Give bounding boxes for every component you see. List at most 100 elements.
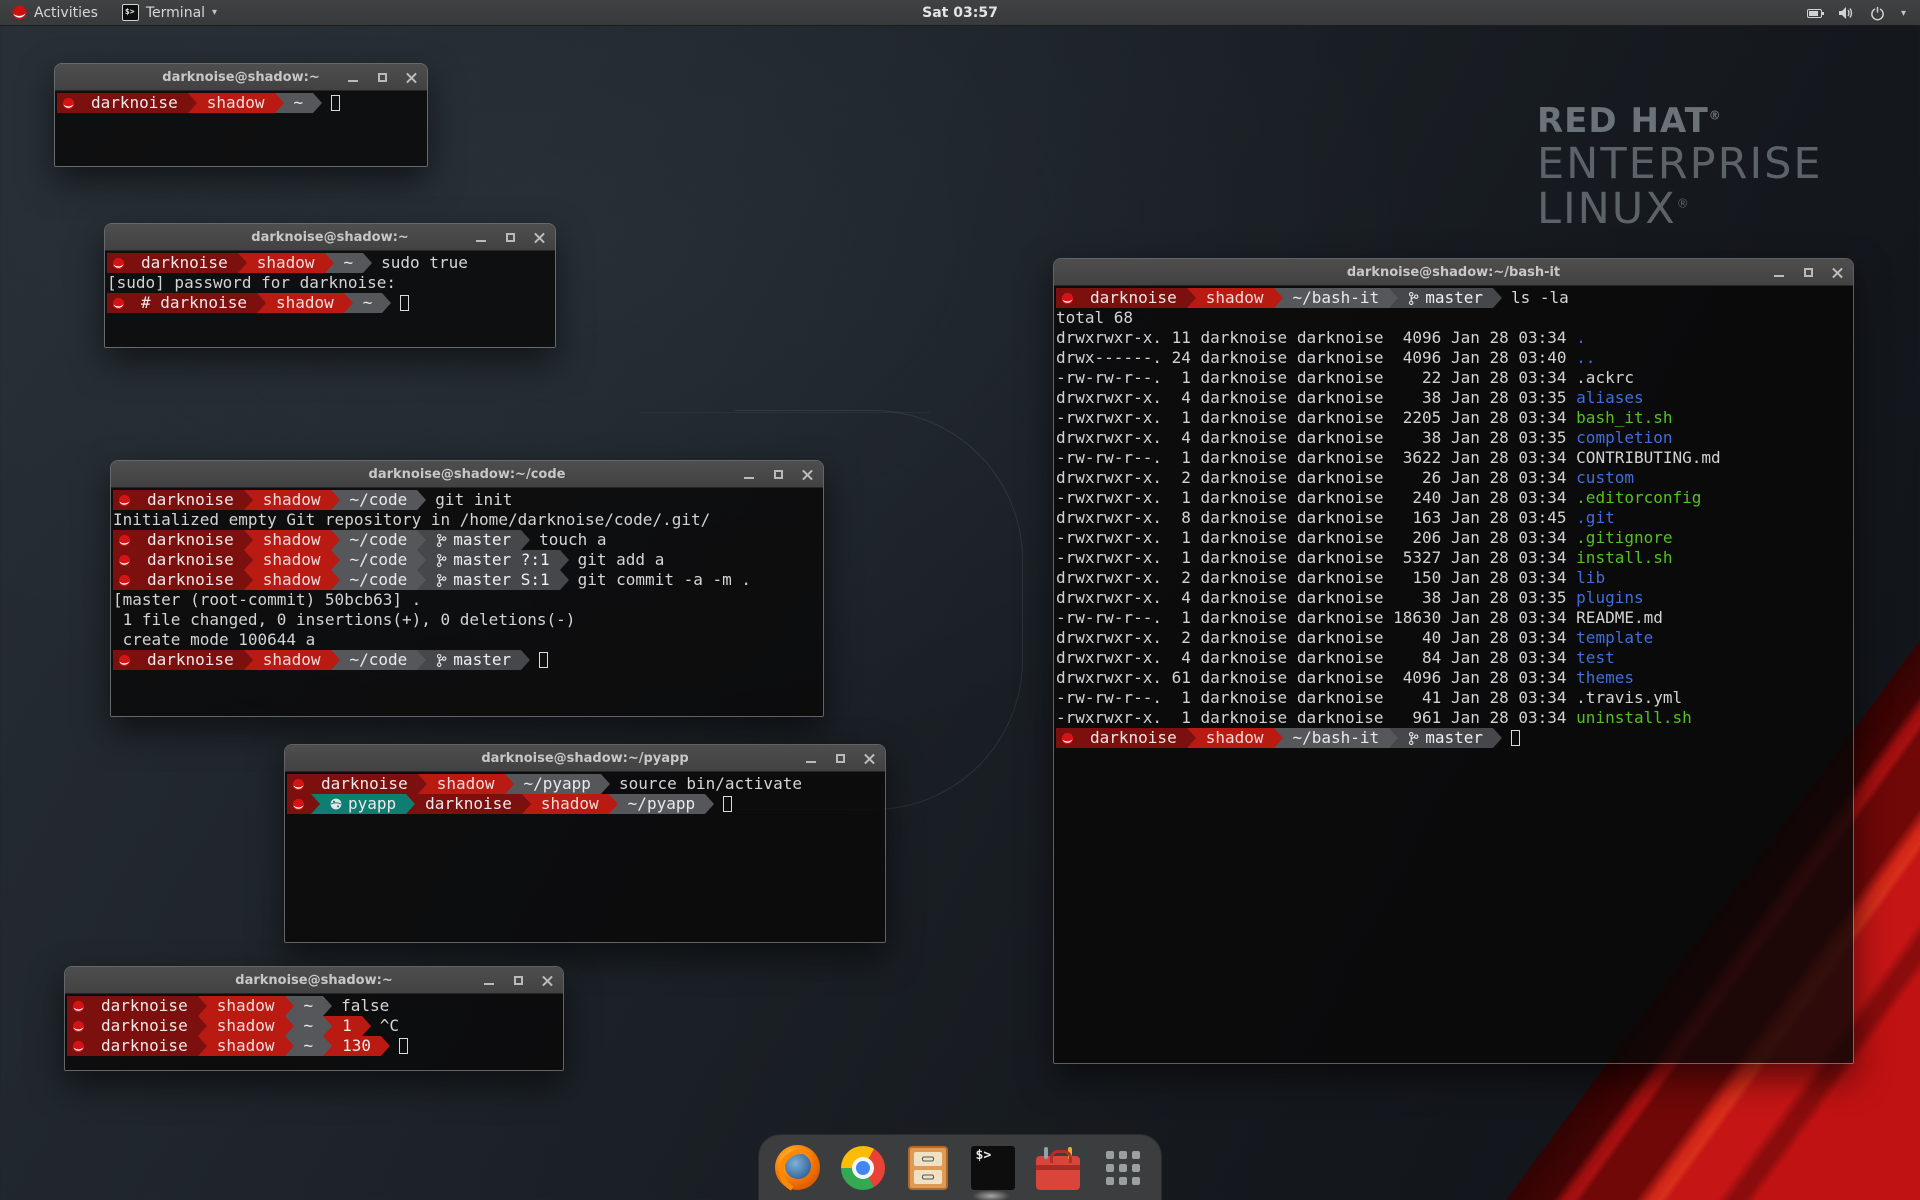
powerline-separator-icon	[1274, 728, 1283, 748]
terminal-content[interactable]: darknoiseshadow~sudo true[sudo] password…	[105, 251, 555, 347]
close-button[interactable]	[541, 975, 553, 987]
maximize-button[interactable]	[376, 72, 388, 84]
prompt-segment-host: shadow	[197, 93, 275, 113]
terminal-content[interactable]: darknoiseshadow~/pyappsource bin/activat…	[285, 772, 885, 942]
titlebar[interactable]: darknoise@shadow:~/bash-it	[1054, 259, 1853, 286]
terminal-cursor	[539, 652, 548, 668]
terminal-output-line: drwxrwxr-x. 2 darknoise darknoise 40 Jan…	[1056, 628, 1853, 648]
grid-glyph	[1106, 1151, 1140, 1185]
firefox-icon[interactable]	[774, 1144, 822, 1192]
output-text-fg: drwxrwxr-x. 2 darknoise darknoise 26 Jan…	[1056, 468, 1576, 487]
redhat-icon	[112, 297, 125, 310]
chrome-logo	[841, 1146, 885, 1190]
output-text-dir: plugins	[1576, 588, 1643, 607]
maximize-button-icon	[774, 470, 783, 479]
redhat-icon	[72, 1000, 85, 1013]
prompt-segment-hat	[67, 996, 91, 1016]
prompt-segment-hat	[287, 794, 311, 814]
titlebar[interactable]: darknoise@shadow:~/pyapp	[285, 745, 885, 772]
app-grid-icon[interactable]	[1099, 1144, 1147, 1192]
output-text-fg: -rwxrwxr-x. 1 darknoise darknoise 961 Ja…	[1056, 708, 1576, 727]
command-text: ^C	[380, 1016, 399, 1036]
prompt-segment-exit: 130	[332, 1036, 381, 1056]
output-text-fg: -rwxrwxr-x. 1 darknoise darknoise 2205 J…	[1056, 408, 1576, 427]
maximize-button[interactable]	[504, 232, 516, 244]
terminal-prompt-line: darknoiseshadow~/codegit init	[113, 490, 823, 510]
minimize-button[interactable]	[805, 753, 817, 765]
prompt-segment-host: shadow	[253, 650, 331, 670]
prompt-segment-host: shadow	[427, 774, 505, 794]
titlebar[interactable]: darknoise@shadow:~	[105, 224, 555, 251]
terminal-output-line: [master (root-commit) 50bcb63] .	[113, 590, 823, 610]
close-button[interactable]	[863, 753, 875, 765]
terminal-content[interactable]: darknoiseshadow~	[55, 91, 427, 166]
maximize-button[interactable]	[1802, 267, 1814, 279]
prompt-segment-user: darknoise	[137, 650, 244, 670]
powerline-separator-icon	[325, 253, 334, 273]
redhat-icon	[118, 554, 131, 567]
window-title: darknoise@shadow:~	[162, 70, 319, 85]
prompt-segment-exit: 1	[332, 1016, 362, 1036]
terminal-prompt-line: darknoiseshadow~1^C	[67, 1016, 563, 1036]
powerline-separator-icon	[344, 293, 353, 313]
powerline-separator-icon	[417, 650, 426, 670]
terminal-output-line: -rw-rw-r--. 1 darknoise darknoise 3622 J…	[1056, 448, 1853, 468]
powerline-separator-icon	[313, 93, 322, 113]
output-text-fg: create mode 100644 a	[113, 630, 315, 649]
close-button[interactable]	[1831, 267, 1843, 279]
minimize-button[interactable]	[475, 232, 487, 244]
powerline-separator-icon	[1389, 288, 1398, 308]
close-button[interactable]	[801, 469, 813, 481]
registered-mark: ®	[1677, 197, 1691, 211]
output-text-exec: uninstall.sh	[1576, 708, 1692, 727]
terminal-content[interactable]: darknoiseshadow~/codegit initInitialized…	[111, 488, 823, 716]
terminal-output-line: -rwxrwxr-x. 1 darknoise darknoise 5327 J…	[1056, 548, 1853, 568]
minimize-button[interactable]	[347, 72, 359, 84]
terminal-prompt-line: darknoiseshadow~130	[67, 1036, 563, 1056]
terminal-prompt-line: darknoiseshadow~/bash-itmaster	[1056, 728, 1853, 748]
system-status-area[interactable]: ▾	[1793, 0, 1920, 26]
files-icon[interactable]	[904, 1144, 952, 1192]
prompt-segment-dir: ~/pyapp	[514, 774, 601, 794]
terminal-content[interactable]: darknoiseshadow~/bash-itmasterls -latota…	[1054, 286, 1853, 1063]
terminal-content[interactable]: darknoiseshadow~falsedarknoiseshadow~1^C…	[65, 994, 563, 1070]
terminal-icon[interactable]: $>	[969, 1144, 1017, 1192]
terminal-output-line: drwxrwxr-x. 4 darknoise darknoise 38 Jan…	[1056, 588, 1853, 608]
window-title: darknoise@shadow:~	[251, 230, 408, 245]
clock[interactable]: Sat 03:57	[0, 5, 1920, 21]
minimize-button[interactable]	[483, 975, 495, 987]
powerline-separator-icon	[1187, 728, 1196, 748]
terminal-output-line: 1 file changed, 0 insertions(+), 0 delet…	[113, 610, 823, 630]
titlebar[interactable]: darknoise@shadow:~/code	[111, 461, 823, 488]
minimize-button[interactable]	[1773, 267, 1785, 279]
powerline-separator-icon	[198, 1036, 207, 1056]
titlebar-buttons	[483, 967, 553, 994]
prompt-segment-hat	[107, 293, 131, 313]
terminal-cursor	[399, 1038, 408, 1054]
prompt-segment-git: master ?:1	[426, 550, 559, 570]
maximize-button[interactable]	[772, 469, 784, 481]
chrome-icon[interactable]	[839, 1144, 887, 1192]
prompt-segment-dir: ~/pyapp	[618, 794, 705, 814]
close-button[interactable]	[533, 232, 545, 244]
terminal-prompt-line: darknoiseshadow~	[57, 93, 427, 113]
prompt-segment-dir: ~	[294, 1036, 324, 1056]
toolbox-icon[interactable]	[1034, 1144, 1082, 1192]
prompt-segment-host: shadow	[531, 794, 609, 814]
maximize-button[interactable]	[834, 753, 846, 765]
titlebar[interactable]: darknoise@shadow:~	[55, 64, 427, 91]
titlebar[interactable]: darknoise@shadow:~	[65, 967, 563, 994]
output-text-exec: install.sh	[1576, 548, 1672, 567]
power-icon	[1870, 6, 1885, 21]
close-button-icon	[864, 753, 875, 764]
powerline-separator-icon	[323, 1036, 332, 1056]
maximize-button[interactable]	[512, 975, 524, 987]
output-text-fg: Initialized empty Git repository in /hom…	[113, 510, 710, 529]
terminal-output-line: drwxrwxr-x. 8 darknoise darknoise 163 Ja…	[1056, 508, 1853, 528]
titlebar-buttons	[743, 461, 813, 488]
powerline-separator-icon	[257, 293, 266, 313]
close-button[interactable]	[405, 72, 417, 84]
prompt-segment-dir: ~	[353, 293, 383, 313]
minimize-button[interactable]	[743, 469, 755, 481]
output-text-dir: lib	[1576, 568, 1605, 587]
